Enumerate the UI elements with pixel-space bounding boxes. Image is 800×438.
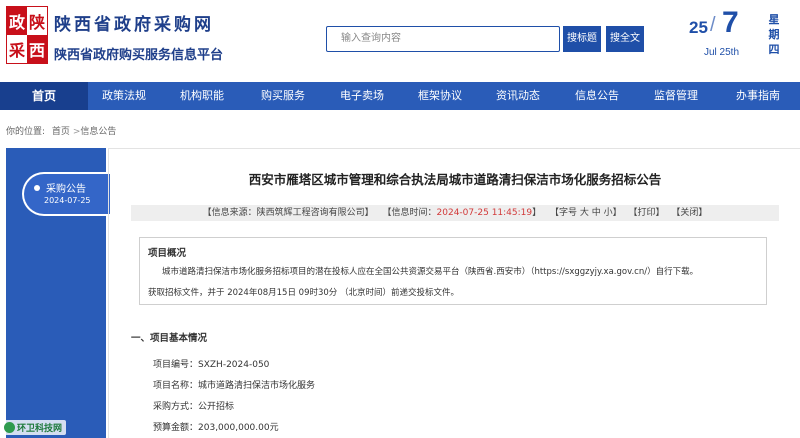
nav-item-policy[interactable]: 政策法规 — [88, 82, 160, 110]
breadcrumb: 你的位置: 首页 >信息公告 — [6, 124, 116, 137]
meta-source: 陕西筑辉工程咨询有限公司 — [256, 208, 365, 218]
nav-item-announcements[interactable]: 信息公告 — [558, 82, 636, 110]
search-title-button[interactable]: 搜标题 — [563, 26, 601, 52]
logo-char-zheng: 政 — [7, 7, 27, 35]
meta-time-prefix: 【信息时间： — [382, 208, 437, 218]
section-title: 一、项目基本情况 — [131, 333, 208, 344]
weekday-char: 星 — [768, 13, 780, 26]
date-day: 25 — [689, 18, 708, 37]
field-value: 公开招标 — [198, 402, 235, 412]
field-label: 采购方式： — [153, 402, 199, 412]
field-value: 203,000,000.00元 — [198, 423, 279, 433]
nav-item-news[interactable]: 资讯动态 — [478, 82, 558, 110]
breadcrumb-prefix: 你的位置: — [6, 127, 46, 137]
overview-line: 城市道路清扫保洁市场化服务招标项目的潜在投标人应在全国公共资源交易平台（陕西省.… — [162, 267, 699, 277]
main-nav: 首页 政策法规 机构职能 购买服务 电子卖场 框架协议 资讯动态 信息公告 监督… — [0, 82, 800, 110]
nav-item-supervision[interactable]: 监督管理 — [636, 82, 716, 110]
project-overview-box: 项目概况 城市道路清扫保洁市场化服务招标项目的潜在投标人应在全国公共资源交易平台… — [139, 237, 767, 305]
field-value: 城市道路清扫保洁市场化服务 — [198, 381, 316, 391]
meta-source-prefix: 【信息来源： — [202, 208, 257, 218]
breadcrumb-home[interactable]: 首页 — [52, 127, 70, 137]
meta-time: 2024-07-25 11:45:19 — [436, 208, 533, 218]
meta-source-suffix: 】 — [364, 208, 374, 218]
overview-line: 获取招标文件，并于 2024年08月15日 09时30分 （北京时间）前递交投标… — [148, 288, 460, 298]
article-title: 西安市雁塔区城市管理和综合执法局城市道路清扫保洁市场化服务招标公告 — [248, 172, 662, 187]
nav-item-framework[interactable]: 框架协议 — [402, 82, 478, 110]
sidebar-item-date: 2024-07-25 — [44, 196, 91, 205]
overview-title: 项目概况 — [148, 248, 187, 259]
search-fulltext-button[interactable]: 搜全文 — [606, 26, 644, 52]
nav-item-e-mall[interactable]: 电子卖场 — [322, 82, 402, 110]
sidebar-item-procurement-notice[interactable]: 采购公告 2024-07-25 — [22, 172, 112, 216]
search-input[interactable]: 输入查询内容 — [326, 26, 560, 52]
font-size-control[interactable]: 【字号 大 中 小】 — [550, 208, 622, 218]
field-label: 项目名称： — [153, 381, 199, 391]
close-button[interactable]: 【关闭】 — [671, 208, 707, 218]
weekday-char: 四 — [768, 43, 780, 56]
field-procurement-method: 采购方式：公开招标 — [153, 399, 234, 412]
nav-item-purchase-service[interactable]: 购买服务 — [244, 82, 322, 110]
weekday: 星 期 四 — [767, 12, 781, 57]
weekday-char: 期 — [768, 28, 780, 41]
field-project-number: 项目编号：SXZH-2024-050 — [153, 357, 269, 370]
watermark: 环卫科技网 — [2, 420, 67, 435]
field-budget: 预算金额：203,000,000.00元 — [153, 420, 279, 433]
article-panel: 西安市雁塔区城市管理和综合执法局城市道路清扫保洁市场化服务招标公告 【信息来源：… — [108, 148, 800, 438]
nav-item-home[interactable]: 首页 — [0, 82, 88, 110]
leaf-icon — [4, 422, 15, 433]
sidebar: 采购公告 2024-07-25 — [6, 148, 112, 438]
date-month: 7 — [722, 6, 739, 39]
nav-item-guide[interactable]: 办事指南 — [716, 82, 800, 110]
bullet-icon — [34, 185, 40, 191]
watermark-text: 环卫科技网 — [17, 424, 63, 434]
logo-char-xi: 西 — [27, 35, 47, 63]
logo-char-shan: 陕 — [27, 7, 47, 35]
breadcrumb-current[interactable]: 信息公告 — [80, 127, 116, 137]
site-logo[interactable]: 政 陕 采 西 — [6, 6, 48, 64]
sidebar-item-label: 采购公告 — [46, 184, 86, 195]
article-meta-bar: 【信息来源：陕西筑辉工程咨询有限公司】 【信息时间：2024-07-25 11:… — [131, 205, 779, 221]
site-header: 政 陕 采 西 陕西省政府采购网 陕西省政府购买服务信息平台 输入查询内容 搜标… — [0, 0, 800, 80]
nav-item-agency[interactable]: 机构职能 — [160, 82, 244, 110]
field-label: 预算金额： — [153, 423, 199, 433]
site-title: 陕西省政府采购网 — [54, 15, 214, 35]
field-label: 项目编号： — [153, 360, 199, 370]
meta-time-suffix: 】 — [532, 208, 542, 218]
logo-char-cai: 采 — [7, 35, 27, 63]
date-slash: / — [710, 14, 716, 36]
print-button[interactable]: 【打印】 — [628, 208, 664, 218]
field-project-name: 项目名称：城市道路清扫保洁市场化服务 — [153, 378, 315, 391]
date-english: Jul 25th — [704, 47, 740, 58]
field-value: SXZH-2024-050 — [198, 360, 270, 370]
site-subtitle: 陕西省政府购买服务信息平台 — [54, 48, 224, 63]
